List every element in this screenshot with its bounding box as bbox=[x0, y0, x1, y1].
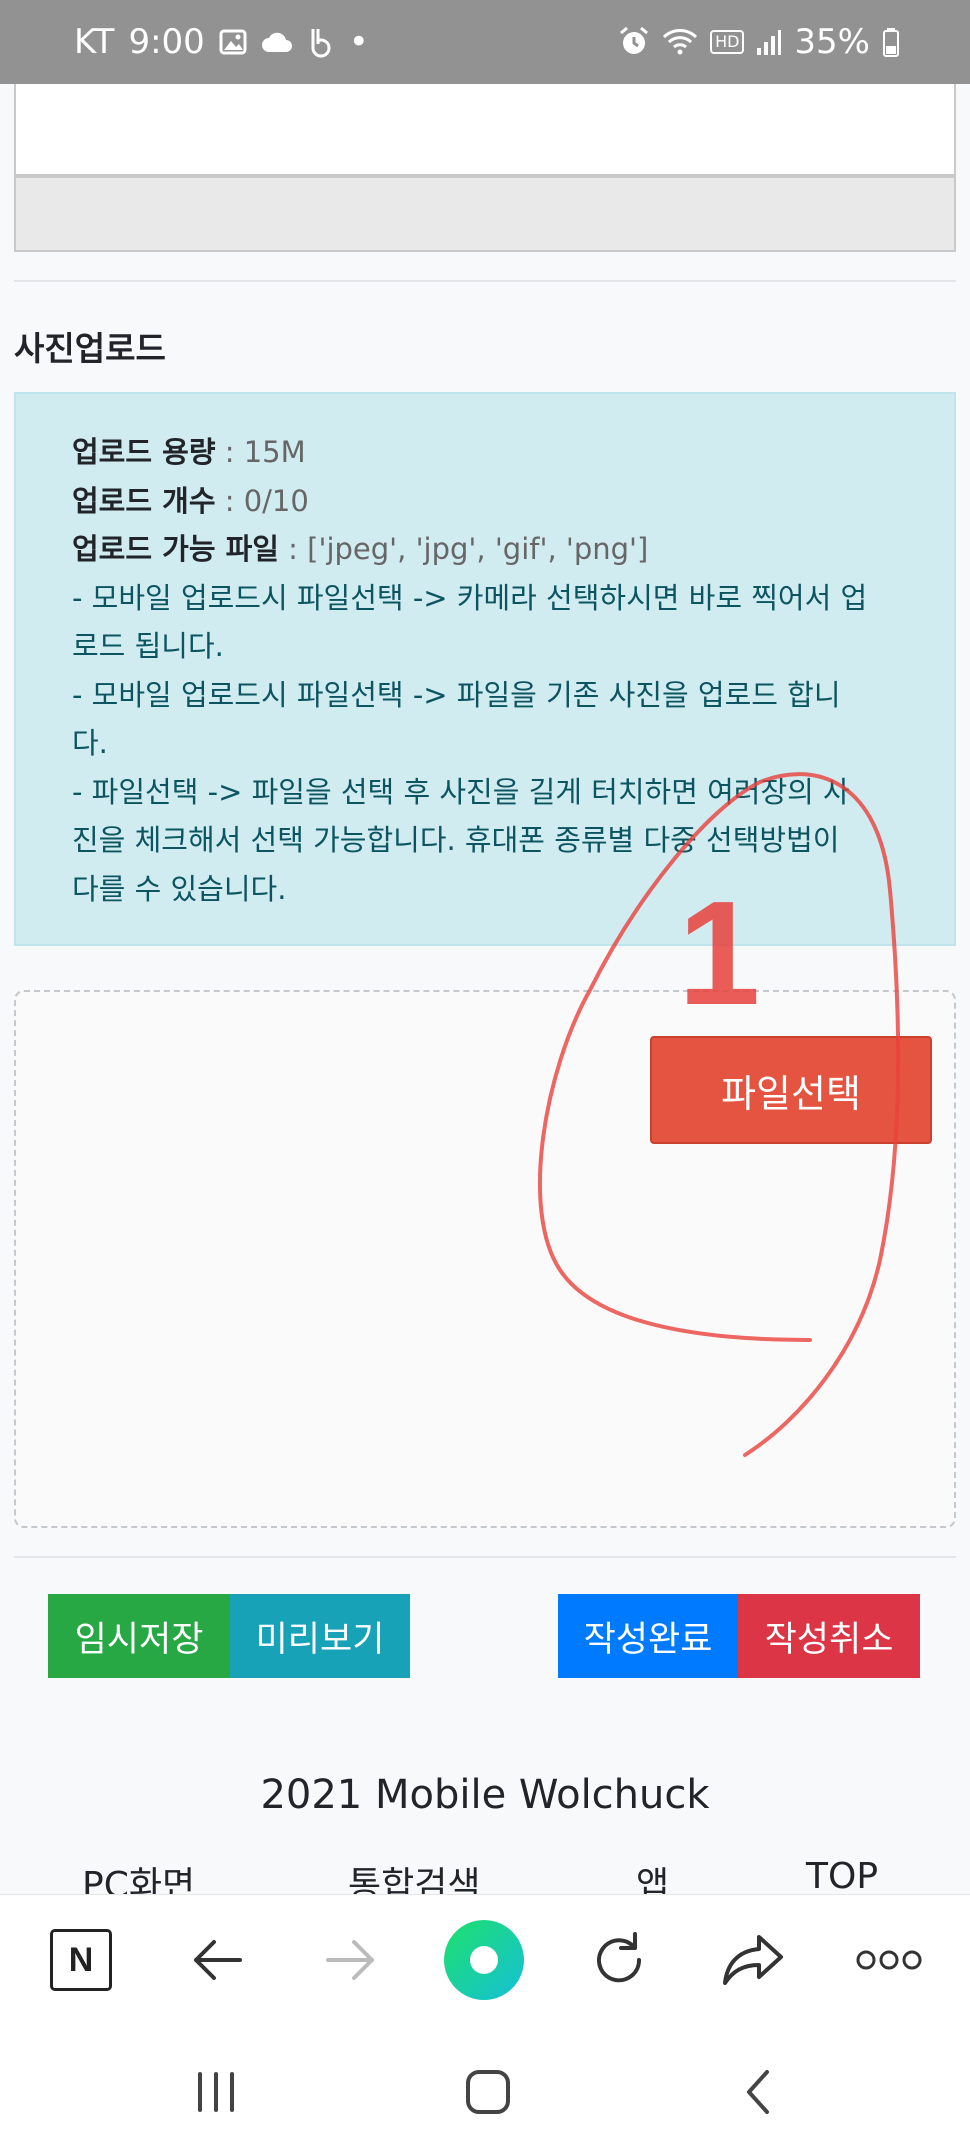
submit-button[interactable]: 작성완료 bbox=[558, 1594, 738, 1678]
note-line: - 모바일 업로드시 파일선택 -> 카메라 선택하시면 바로 찍어서 업 bbox=[72, 580, 868, 615]
recent-apps-icon[interactable] bbox=[176, 2052, 256, 2132]
count-value: : 0/10 bbox=[224, 483, 309, 518]
temp-save-button[interactable]: 임시저장 bbox=[48, 1594, 230, 1678]
footer-link-top[interactable]: TOP bbox=[806, 1856, 878, 1894]
left-button-group: 임시저장 미리보기 bbox=[48, 1594, 410, 1678]
capacity-value: : 15M bbox=[224, 435, 306, 469]
actions-divider bbox=[14, 1556, 956, 1558]
cancel-button[interactable]: 작성취소 bbox=[738, 1594, 920, 1678]
battery-icon bbox=[882, 27, 900, 57]
refresh-icon[interactable] bbox=[576, 1917, 662, 2003]
footer-title: 2021 Mobile Wolchuck bbox=[260, 1772, 710, 1818]
signal-icon bbox=[756, 28, 782, 56]
capacity-row: 업로드 용량 : 15M bbox=[72, 428, 904, 477]
home-icon[interactable] bbox=[448, 2052, 528, 2132]
types-value: : ['jpeg', 'jpg', 'gif', 'png'] bbox=[288, 532, 649, 566]
status-dot: • bbox=[348, 22, 369, 62]
browser-toolbar: N bbox=[0, 1894, 970, 2024]
upload-section-title: 사진업로드 bbox=[14, 329, 166, 368]
count-row: 업로드 개수 : 0/10 bbox=[72, 477, 904, 526]
naver-n-icon[interactable]: N bbox=[38, 1917, 124, 2003]
forward-arrow-icon[interactable] bbox=[308, 1917, 394, 2003]
time-text: 9:00 bbox=[128, 22, 205, 62]
types-label: 업로드 가능 파일 bbox=[72, 532, 279, 566]
upload-info-box: 업로드 용량 : 15M 업로드 개수 : 0/10 업로드 가능 파일 : [… bbox=[14, 392, 956, 946]
back-arrow-icon[interactable] bbox=[174, 1917, 260, 2003]
hd-badge: HD bbox=[710, 30, 745, 54]
system-nav-bar bbox=[0, 2024, 970, 2156]
note-line: - 모바일 업로드시 파일선택 -> 파일을 기존 사진을 업로드 합니 bbox=[72, 677, 841, 712]
wifi-icon bbox=[662, 28, 698, 56]
footer-link-pc[interactable]: PC화면 bbox=[82, 1856, 195, 1894]
note-line: 다를 수 있습니다. bbox=[72, 871, 287, 906]
footer-links: PC화면 통합검색 앱 TOP bbox=[0, 1856, 970, 1894]
note-line: 다. bbox=[72, 726, 108, 760]
editor-footer-bar bbox=[14, 176, 956, 252]
naver-n-letter: N bbox=[50, 1929, 112, 1991]
note-line: 진을 체크해서 선택 가능합니다. 휴대폰 종류별 다중 선택방법이 bbox=[72, 823, 840, 857]
count-label: 업로드 개수 bbox=[72, 483, 216, 518]
status-left: KT 9:00 • bbox=[74, 22, 369, 62]
preview-button[interactable]: 미리보기 bbox=[230, 1594, 410, 1678]
right-button-group: 작성완료 작성취소 bbox=[558, 1594, 920, 1678]
file-select-button[interactable]: 파일선택 bbox=[650, 1036, 932, 1144]
battery-text: 35% bbox=[794, 22, 870, 62]
carrier-text: KT bbox=[74, 22, 115, 62]
footer-link-search[interactable]: 통합검색 bbox=[348, 1856, 480, 1894]
share-icon[interactable] bbox=[710, 1917, 796, 2003]
footer-link-app[interactable]: 앱 bbox=[636, 1856, 669, 1894]
cloud-icon bbox=[261, 31, 293, 53]
note-line: - 파일선택 -> 파일을 선택 후 사진을 길게 터치하면 여러장의 사 bbox=[72, 774, 850, 809]
back-icon[interactable] bbox=[718, 2052, 798, 2132]
types-row: 업로드 가능 파일 : ['jpeg', 'jpg', 'gif', 'png'… bbox=[72, 525, 904, 574]
alarm-icon bbox=[618, 26, 650, 58]
status-bar: KT 9:00 • HD 35% bbox=[0, 0, 970, 84]
image-icon bbox=[219, 29, 247, 55]
capacity-label: 업로드 용량 bbox=[72, 435, 216, 469]
b-app-icon bbox=[307, 26, 335, 58]
editor-content-area[interactable] bbox=[14, 84, 956, 176]
note-line: 로드 됩니다. bbox=[72, 629, 224, 663]
section-divider bbox=[14, 280, 956, 282]
more-icon[interactable] bbox=[846, 1917, 932, 2003]
green-dot-icon[interactable] bbox=[441, 1917, 527, 2003]
status-right: HD 35% bbox=[618, 22, 900, 62]
